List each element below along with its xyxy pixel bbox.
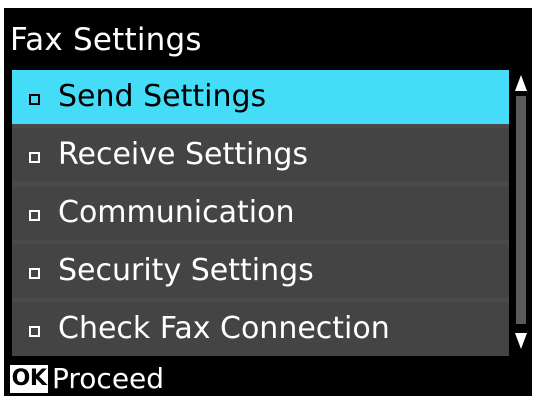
menu-scrollbar[interactable] (514, 70, 528, 356)
bullet-icon (29, 210, 40, 221)
bullet-icon (29, 326, 40, 337)
lcd-screen: Fax Settings Send Settings Receive Setti… (4, 8, 532, 396)
menu-item-label: Security Settings (58, 253, 314, 288)
menu-item-send-settings[interactable]: Send Settings (12, 70, 509, 124)
ok-key-badge: OK (10, 365, 48, 393)
scroll-track[interactable] (516, 96, 526, 324)
menu-item-label: Send Settings (58, 79, 267, 114)
menu-item-communication[interactable]: Communication (12, 186, 509, 240)
proceed-label: Proceed (52, 362, 165, 395)
menu-item-check-fax-connection[interactable]: Check Fax Connection (12, 302, 509, 356)
bullet-icon (29, 152, 40, 163)
triangle-up-icon[interactable] (514, 72, 528, 94)
fax-settings-menu: Send Settings Receive Settings Communica… (12, 70, 509, 356)
menu-item-receive-settings[interactable]: Receive Settings (12, 128, 509, 182)
bullet-icon (29, 268, 40, 279)
menu-item-label: Communication (58, 195, 295, 230)
bullet-icon (29, 94, 40, 105)
menu-item-label: Receive Settings (58, 137, 309, 172)
triangle-down-icon[interactable] (514, 330, 528, 352)
screen-title: Fax Settings (10, 22, 202, 58)
menu-item-label: Check Fax Connection (58, 311, 390, 346)
menu-item-security-settings[interactable]: Security Settings (12, 244, 509, 298)
